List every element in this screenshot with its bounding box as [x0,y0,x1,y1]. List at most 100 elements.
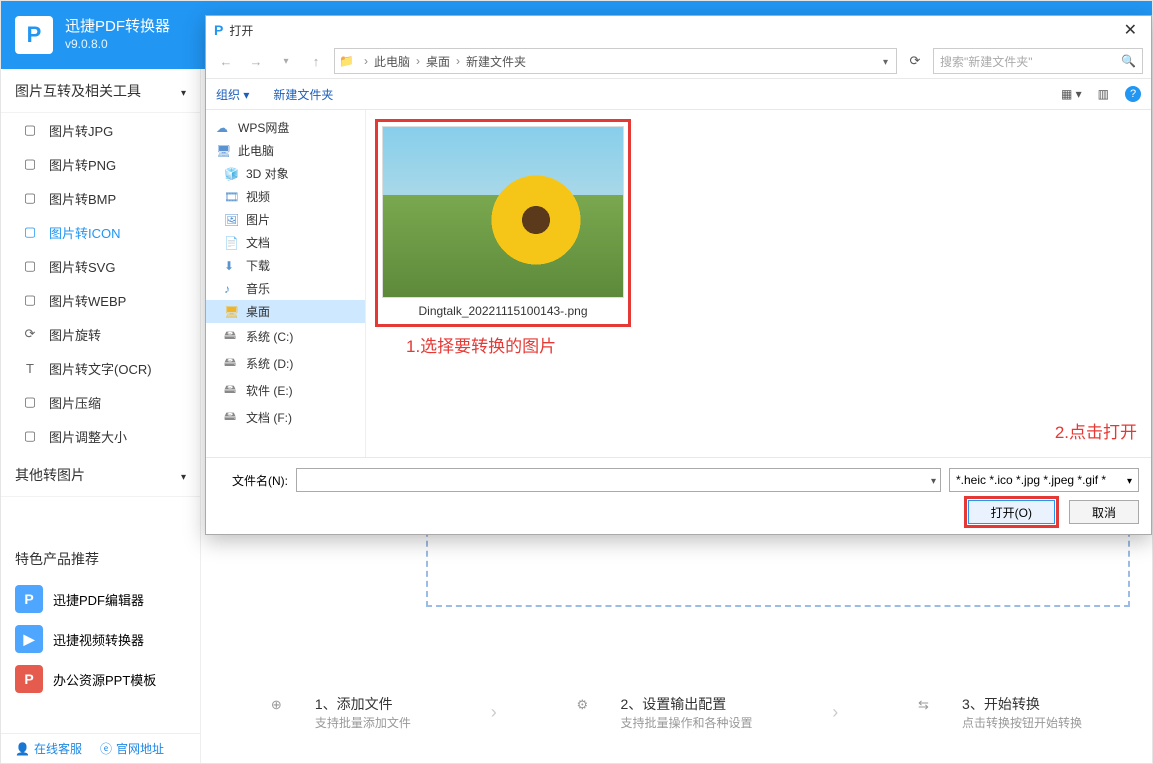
sidebar-item-icon[interactable]: ▢图片转ICON [1,215,200,249]
sidebar-item-ocr[interactable]: T图片转文字(OCR) [1,351,200,385]
annotation-1: 1.选择要转换的图片 [406,332,556,357]
filename-input[interactable] [296,468,941,492]
convert-icon: ⇆ [918,697,950,729]
chevron-down-icon [1127,473,1132,487]
tree-node-label: 系统 (D:) [246,355,293,372]
compress-icon: ▢ [19,393,41,411]
image-icon: 🖼 [224,213,240,227]
download-icon: ⬇ [224,259,240,273]
sidebar-group-other[interactable]: 其他转图片 [1,453,200,497]
breadcrumb-path[interactable]: 📁 此电脑 桌面 新建文件夹 [334,48,897,74]
chevron-right-icon [360,54,372,68]
tree-node[interactable]: 🖴 系统 (C:) [206,323,365,350]
tree-node[interactable]: 🖴 文档 (F:) [206,404,365,431]
sidebar-group-image-tools[interactable]: 图片互转及相关工具 [1,69,200,113]
tree-node-label: 文档 (F:) [246,409,292,426]
help-icon[interactable]: ? [1125,86,1141,102]
sidebar-item-compress[interactable]: ▢图片压缩 [1,385,200,419]
toolbar-organize[interactable]: 组织 ▾ [216,86,249,103]
drive-icon: 🖴 [224,326,240,347]
tree-node[interactable]: 🖥桌面 [206,300,365,323]
file-list-area[interactable]: Dingtalk_20221115100143-.png 1.选择要转换的图片 … [366,110,1151,457]
tree-node[interactable]: 📄文档 [206,231,365,254]
cancel-button[interactable]: 取消 [1069,500,1139,524]
file-open-dialog: P 打开 ✕ ← → ▾ ↑ 📁 此电脑 桌面 新建文件夹 ⟳ 搜索"新建文件夹… [205,15,1152,535]
app-version: v9.0.8.0 [65,37,170,53]
breadcrumb-item[interactable]: 新建文件夹 [466,53,526,70]
featured-item-pdf-editor[interactable]: P迅捷PDF编辑器 [1,579,200,619]
toolbar-new-folder[interactable]: 新建文件夹 [273,86,333,103]
link-official-site[interactable]: ⓔ 官网地址 [100,740,164,757]
sidebar-item-svg[interactable]: ▢图片转SVG [1,249,200,283]
chevron-right-icon [412,54,424,68]
chevron-right-icon [452,54,464,68]
file-item[interactable]: Dingtalk_20221115100143-.png [376,120,630,326]
tree-node[interactable]: 🖴 系统 (D:) [206,350,365,377]
steps-bar: ⊕ 1、添加文件支持批量添加文件 › ⚙ 2、设置输出配置支持批量操作和各种设置… [201,694,1152,731]
step-3: ⇆ 3、开始转换点击转换按钮开始转换 [918,694,1082,731]
tree-node-label: 系统 (C:) [246,328,293,345]
tree-node[interactable]: ☁WPS网盘 [206,116,365,139]
tree-node[interactable]: ♪音乐 [206,277,365,300]
tree-node[interactable]: 🖴软件 (E:) [206,377,365,404]
app-title-block: 迅捷PDF转换器 v9.0.8.0 [65,17,170,52]
nav-forward-button[interactable]: → [244,49,268,73]
folder-tree: ☁WPS网盘🖥此电脑🧊3D 对象🎞视频🖼图片📄文档⬇下载♪音乐🖥桌面🖴系统 (C… [206,110,366,457]
nav-back-button[interactable]: ← [214,49,238,73]
chevron-down-icon [181,467,186,483]
image-icon: ▢ [19,291,41,309]
image-icon: ▢ [19,155,41,173]
step-2: ⚙ 2、设置输出配置支持批量操作和各种设置 [576,694,752,731]
sidebar-item-bmp[interactable]: ▢图片转BMP [1,181,200,215]
view-thumbnails-button[interactable]: ▦ ▾ [1061,86,1082,102]
breadcrumb-item[interactable]: 此电脑 [374,53,410,70]
search-placeholder: 搜索"新建文件夹" [940,53,1033,70]
chevron-down-icon[interactable] [879,54,892,68]
tree-node-label: 此电脑 [238,142,274,159]
refresh-button[interactable]: ⟳ [903,49,927,73]
link-customer-service[interactable]: 👤 在线客服 [15,740,82,757]
doc-icon: 📄 [224,236,240,250]
featured-item-ppt[interactable]: P办公资源PPT模板 [1,659,200,699]
sidebar-item-resize[interactable]: ▢图片调整大小 [1,419,200,453]
nav-up-button[interactable]: ↑ [304,49,328,73]
annotation-2: 2.点击打开 [1055,418,1137,443]
view-details-button[interactable]: ▥ [1098,86,1109,102]
step-1: ⊕ 1、添加文件支持批量添加文件 [271,694,411,731]
tree-node[interactable]: 🎞视频 [206,185,365,208]
featured-item-video[interactable]: ▶迅捷视频转换器 [1,619,200,659]
app-icon: P [15,585,43,613]
nav-recent-dropdown[interactable]: ▾ [274,49,298,73]
close-icon[interactable]: ✕ [1118,20,1143,40]
tree-node-label: 下载 [246,257,270,274]
tree-node[interactable]: 🖥此电脑 [206,139,365,162]
open-button[interactable]: 打开(O) [968,500,1055,524]
sidebar-item-webp[interactable]: ▢图片转WEBP [1,283,200,317]
dialog-toolbar: 组织 ▾ 新建文件夹 ▦ ▾ ▥ ? [206,78,1151,110]
sidebar-item-rotate[interactable]: ⟳图片旋转 [1,317,200,351]
breadcrumb-item[interactable]: 桌面 [426,53,450,70]
chevron-down-icon[interactable] [931,472,936,487]
folder-icon: 📁 [339,54,354,68]
chevron-down-icon [181,83,186,99]
dialog-footer: 文件名(N): *.heic *.ico *.jpg *.jpeg *.gif … [206,457,1151,534]
tree-node[interactable]: 🧊3D 对象 [206,162,365,185]
drive-icon: 🖴 [224,407,240,428]
file-type-filter[interactable]: *.heic *.ico *.jpg *.jpeg *.gif * [949,468,1139,492]
tree-node[interactable]: 🖼图片 [206,208,365,231]
chevron-right-icon: › [832,702,838,723]
resize-icon: ▢ [19,427,41,445]
app-logo: P [15,16,53,54]
tree-node[interactable]: ⬇ 下载 [206,254,365,277]
sidebar-item-jpg[interactable]: ▢图片转JPG [1,113,200,147]
search-icon: 🔍 [1121,54,1136,68]
gear-icon: ⚙ [576,697,608,729]
search-input[interactable]: 搜索"新建文件夹" 🔍 [933,48,1143,74]
file-thumbnail [382,126,624,298]
drive-icon: 🖴 [224,353,240,374]
tree-node-label: 视频 [246,188,270,205]
sidebar-item-png[interactable]: ▢图片转PNG [1,147,200,181]
dialog-title-bar[interactable]: P 打开 ✕ [206,16,1151,44]
dialog-nav-bar: ← → ▾ ↑ 📁 此电脑 桌面 新建文件夹 ⟳ 搜索"新建文件夹" 🔍 [206,44,1151,78]
desktop-icon: 🖥 [224,305,240,319]
